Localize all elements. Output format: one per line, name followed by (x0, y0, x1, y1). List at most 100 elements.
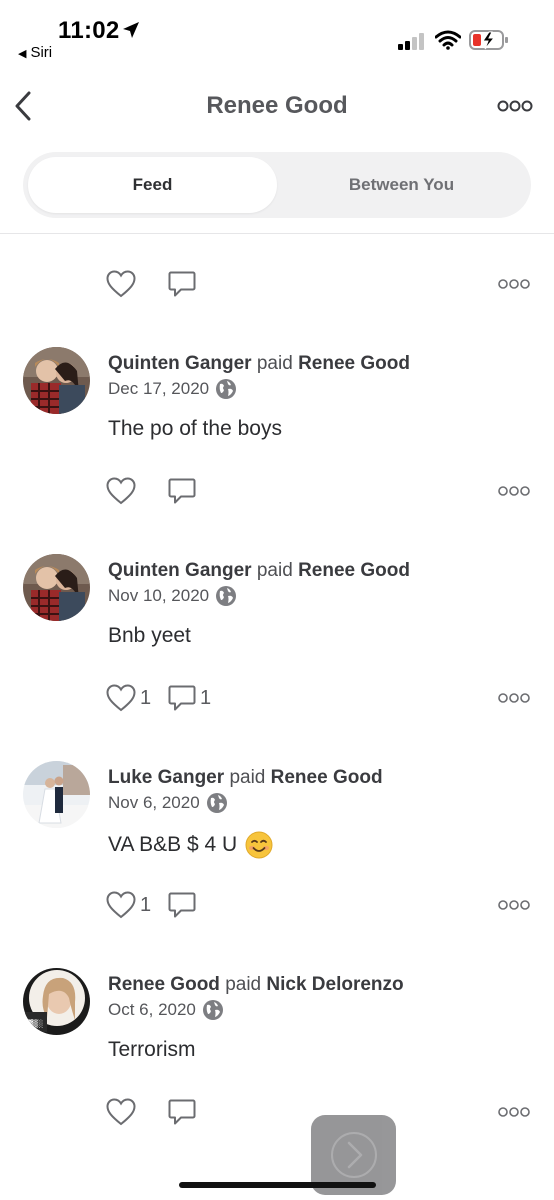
payment-note: VA B&B $ 4 U (108, 831, 273, 859)
post-more-button[interactable] (498, 899, 530, 911)
payee-name[interactable]: Renee Good (298, 353, 410, 374)
comment-bubble-icon (168, 892, 196, 918)
payer-name[interactable]: Luke Ganger (108, 767, 224, 788)
tab-feed[interactable]: Feed (28, 157, 277, 213)
comment-bubble-icon (168, 271, 196, 297)
header-divider (0, 233, 554, 234)
like-button[interactable] (106, 270, 140, 298)
more-options-icon (498, 693, 530, 703)
transaction-title: Quinten Ganger paid Renee Good (108, 353, 410, 375)
payment-note: Bnb yeet (108, 624, 191, 648)
profile-header: Renee Good (0, 78, 554, 136)
like-button[interactable] (106, 1098, 140, 1126)
comment-bubble-icon (168, 1099, 196, 1125)
payee-name[interactable]: Nick Delorenzo (266, 974, 403, 995)
more-options-icon (498, 900, 530, 910)
wedding-photo (23, 761, 90, 828)
post-meta: Nov 10, 2020 (108, 585, 237, 607)
post-actions (106, 477, 536, 507)
globe-icon (206, 793, 227, 813)
heart-icon (106, 891, 136, 919)
more-options-icon (498, 486, 530, 496)
post-actions: 1 (106, 891, 536, 921)
svg-text:▓▒░: ▓▒░ (27, 1019, 43, 1028)
comment-button[interactable] (168, 270, 200, 298)
status-time: 11:02 (58, 17, 120, 44)
post-date: Oct 6, 2020 (108, 1000, 196, 1019)
feed-tabs: Feed Between You (23, 152, 531, 218)
wifi-icon (435, 30, 461, 50)
post-more-button[interactable] (498, 692, 530, 704)
payer-name[interactable]: Renee Good (108, 974, 220, 995)
comment-bubble-icon (168, 478, 196, 504)
heart-icon (106, 477, 136, 505)
post-more-button[interactable] (498, 485, 530, 497)
payment-note: The po of the boys (108, 417, 282, 441)
page-title: Renee Good (206, 92, 348, 119)
couple-photo (23, 347, 90, 414)
avatar[interactable] (23, 761, 90, 828)
post-date: Nov 6, 2020 (108, 793, 200, 812)
back-triangle-icon: ◀ (18, 48, 27, 60)
back-to-siri-link[interactable]: ◀ Siri (18, 44, 52, 61)
post-actions (106, 270, 536, 300)
post-date: Nov 10, 2020 (108, 586, 210, 605)
action-verb: paid (225, 974, 262, 995)
cellular-signal-icon (398, 32, 426, 50)
note-text: Terrorism (108, 1038, 196, 1061)
comment-button[interactable] (168, 1098, 200, 1126)
avatar[interactable] (23, 347, 90, 414)
note-text: VA B&B $ 4 U (108, 833, 238, 856)
like-button[interactable] (106, 477, 140, 505)
post-more-button[interactable] (498, 278, 530, 290)
post-meta: Nov 6, 2020 (108, 792, 228, 814)
location-arrow-icon (123, 22, 139, 38)
post-date: Dec 17, 2020 (108, 379, 210, 398)
action-verb: paid (256, 560, 293, 581)
globe-icon (216, 586, 237, 606)
post-more-button[interactable] (498, 1106, 530, 1118)
home-indicator[interactable] (179, 1182, 376, 1188)
post-meta: Dec 17, 2020 (108, 378, 237, 400)
globe-icon (216, 379, 237, 399)
smiling-face-emoji-icon (245, 831, 273, 859)
heart-icon (106, 684, 136, 712)
back-to-siri-label: Siri (30, 44, 53, 61)
couple-photo (23, 554, 90, 621)
globe-icon (202, 1000, 223, 1020)
payee-name[interactable]: Renee Good (271, 767, 383, 788)
action-verb: paid (229, 767, 266, 788)
comment-button[interactable]: 1 (168, 684, 211, 712)
comment-count: 1 (200, 686, 212, 709)
post-meta: Oct 6, 2020 (108, 999, 224, 1021)
payer-name[interactable]: Quinten Ganger (108, 353, 252, 374)
heart-icon (106, 1098, 136, 1126)
like-count: 1 (140, 893, 152, 916)
selfie-photo: ▓▒░ (23, 968, 90, 1035)
more-options-icon[interactable] (497, 98, 533, 114)
chevron-right-icon (330, 1132, 377, 1178)
more-options-icon (498, 279, 530, 289)
comment-bubble-icon (168, 685, 196, 711)
like-button[interactable]: 1 (106, 891, 151, 919)
transaction-title: Luke Ganger paid Renee Good (108, 767, 383, 789)
payment-note: Terrorism (108, 1038, 196, 1062)
comment-button[interactable] (168, 477, 200, 505)
comment-button[interactable] (168, 891, 200, 919)
transaction-title: Quinten Ganger paid Renee Good (108, 560, 410, 582)
like-button[interactable]: 1 (106, 684, 151, 712)
transaction-title: Renee Good paid Nick Delorenzo (108, 974, 404, 996)
like-count: 1 (140, 686, 152, 709)
note-text: Bnb yeet (108, 624, 191, 647)
status-bar: 11:02 ◀ Siri (0, 0, 554, 66)
payee-name[interactable]: Renee Good (298, 560, 410, 581)
more-options-icon (498, 1107, 530, 1117)
battery-charging-icon (469, 30, 508, 50)
post-actions: 1 1 (106, 684, 536, 714)
avatar[interactable] (23, 554, 90, 621)
payer-name[interactable]: Quinten Ganger (108, 560, 252, 581)
heart-icon (106, 270, 136, 298)
tab-between-you[interactable]: Between You (277, 157, 526, 213)
avatar[interactable]: ▓▒░ (23, 968, 90, 1035)
action-verb: paid (256, 353, 293, 374)
